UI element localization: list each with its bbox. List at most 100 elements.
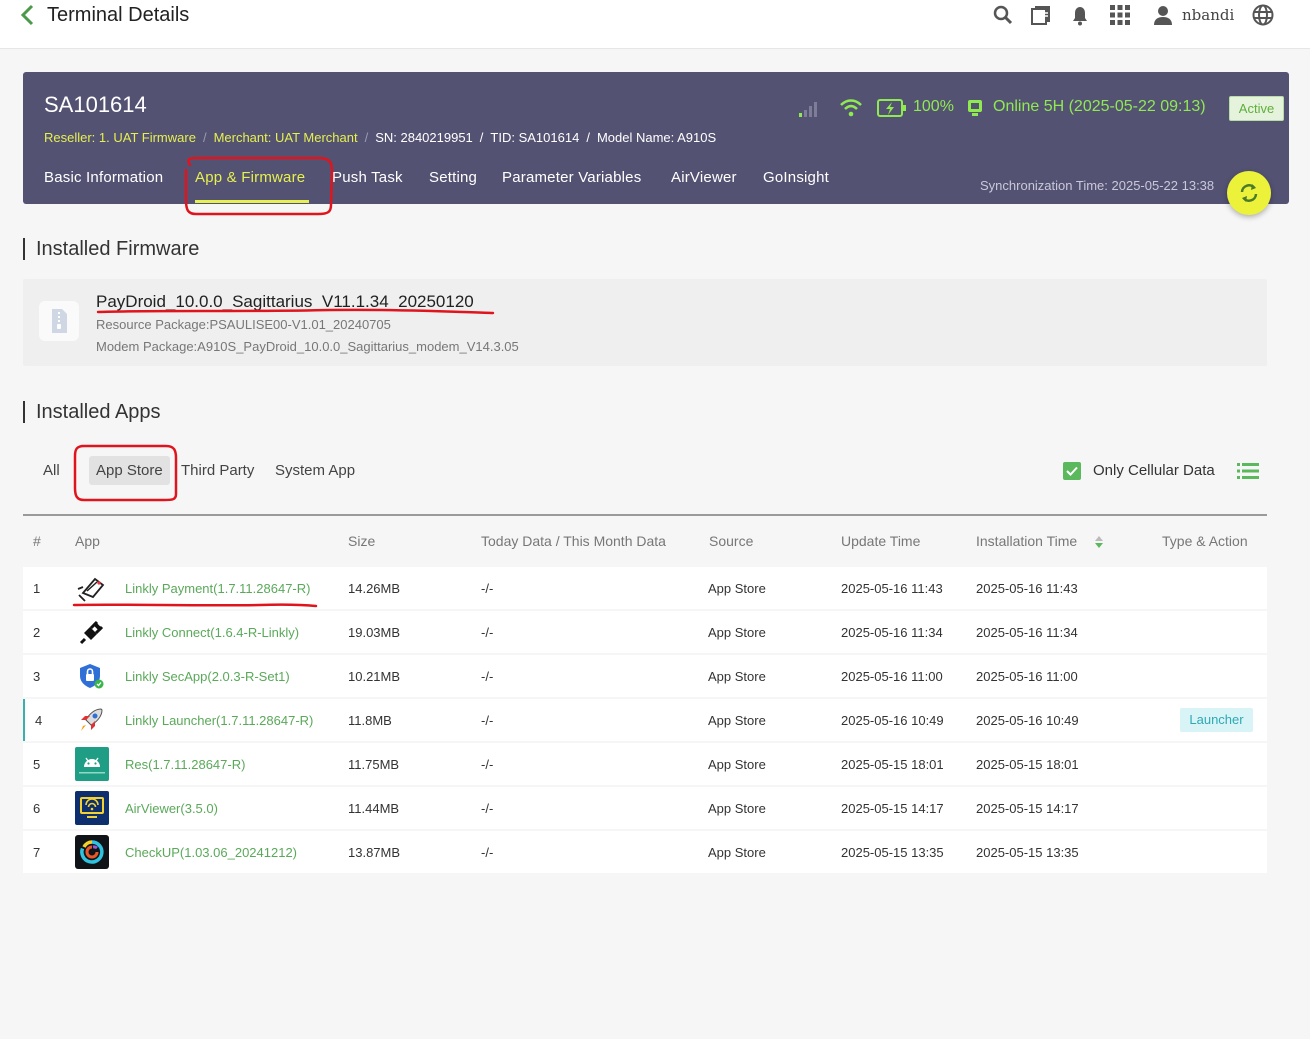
app-update-time: 2025-05-16 10:49: [841, 713, 944, 728]
app-installation-time: 2025-05-16 11:43: [976, 581, 1078, 596]
app-data-usage: -/-: [481, 845, 494, 860]
shield-lock-icon: [80, 664, 104, 689]
row-index: 7: [33, 845, 41, 860]
app-name-link[interactable]: Linkly Launcher(1.7.11.28647-R): [125, 713, 313, 728]
table-row: 2 Linkly Connect(1.6.4-R-Linkly) 19.03MB…: [23, 611, 1267, 653]
terminal-device-icon: [968, 100, 982, 116]
bell-icon[interactable]: [1068, 3, 1092, 27]
column-list-icon[interactable]: [1237, 462, 1259, 480]
app-installation-time: 2025-05-15 14:17: [976, 801, 1079, 816]
model-name: Model Name: A910S: [596, 130, 717, 145]
firmware-name[interactable]: PayDroid_10.0.0_Sagittarius_V11.1.34_202…: [96, 292, 474, 312]
signal-strength-icon: [799, 102, 817, 117]
sort-icon[interactable]: [1094, 535, 1104, 549]
book-icon[interactable]: [1029, 3, 1053, 27]
filter-third-party[interactable]: Third Party: [181, 462, 254, 479]
app-source: App Store: [708, 625, 766, 640]
refresh-icon: [1240, 184, 1258, 202]
table-row: 3 Linkly SecApp(2.0.3-R-Set1) 10.21MB -/…: [23, 655, 1267, 697]
app-size: 10.21MB: [348, 669, 401, 684]
app-data-usage: -/-: [481, 801, 494, 816]
apps-grid-icon[interactable]: [1108, 3, 1132, 27]
app-size: 19.03MB: [348, 625, 401, 640]
app-source: App Store: [708, 669, 766, 684]
row-index: 6: [33, 801, 41, 816]
android-icon: [75, 747, 109, 781]
username[interactable]: nbandi: [1182, 6, 1234, 24]
filter-all[interactable]: All: [43, 462, 60, 479]
row-index: 3: [33, 669, 41, 684]
battery-icon: [877, 99, 906, 117]
filter-system-app[interactable]: System App: [275, 462, 355, 479]
app-installation-time: 2025-05-16 11:34: [976, 625, 1078, 640]
row-index: 4: [35, 713, 43, 728]
installed-apps-heading: Installed Apps: [23, 401, 161, 423]
app-source: App Store: [708, 757, 766, 772]
airviewer-icon: [75, 791, 109, 825]
table-header-divider: [23, 514, 1267, 516]
app-size: 13.87MB: [348, 845, 401, 860]
firmware-file-icon: [39, 301, 79, 341]
wifi-icon: [840, 99, 862, 117]
table-row: 6 AirViewer(3.5.0) 11.44MB -/- App Store…: [23, 787, 1267, 829]
tab-airviewer[interactable]: AirViewer: [671, 169, 737, 186]
app-installation-time: 2025-05-16 10:49: [976, 713, 1079, 728]
only-cellular-label[interactable]: Only Cellular Data: [1093, 462, 1215, 479]
table-row: 4 Linkly Launcher(1.7.11.28647-R) 11.8MB…: [23, 699, 1267, 741]
page-title: Terminal Details: [47, 4, 190, 26]
app-size: 14.26MB: [348, 581, 401, 596]
app-update-time: 2025-05-16 11:00: [841, 669, 943, 684]
app-name-link[interactable]: AirViewer(3.5.0): [125, 801, 218, 816]
app-name-link[interactable]: Linkly Payment(1.7.11.28647-R): [125, 581, 310, 596]
terminal-sn-title: SA101614: [44, 92, 147, 117]
app-name-link[interactable]: CheckUP(1.03.06_20241212): [125, 845, 297, 860]
serial-number: SN: 2840219951: [375, 130, 473, 145]
filter-app-store[interactable]: App Store: [89, 456, 170, 485]
table-row: 5 Res(1.7.11.28647-R) 11.75MB -/- App St…: [23, 743, 1267, 785]
row-index: 1: [33, 581, 41, 596]
top-bar: Terminal Details nbandi: [0, 0, 1310, 49]
sync-button[interactable]: [1227, 171, 1271, 215]
tab-goinsight[interactable]: GoInsight: [763, 169, 829, 186]
search-icon[interactable]: [991, 3, 1015, 27]
app-source: App Store: [708, 581, 766, 596]
col-header-update-time: Update Time: [841, 533, 921, 549]
app-data-usage: -/-: [481, 713, 494, 728]
app-source: App Store: [708, 801, 766, 816]
app-installation-time: 2025-05-15 18:01: [976, 757, 1079, 772]
plug-connect-icon: [79, 620, 104, 645]
rocket-icon: [81, 708, 103, 731]
col-header-index: #: [33, 533, 41, 549]
row-index: 2: [33, 625, 41, 640]
tab-parameter-variables[interactable]: Parameter Variables: [502, 169, 641, 186]
back-arrow-icon[interactable]: [18, 4, 38, 26]
merchant-link[interactable]: Merchant: UAT Merchant: [214, 130, 358, 145]
reseller-link[interactable]: Reseller: 1. UAT Firmware: [44, 130, 196, 145]
app-name-link[interactable]: Linkly Connect(1.6.4-R-Linkly): [125, 625, 299, 640]
app-update-time: 2025-05-15 14:17: [841, 801, 944, 816]
app-name-link[interactable]: Res(1.7.11.28647-R): [125, 757, 245, 772]
app-size: 11.8MB: [348, 713, 392, 728]
user-icon[interactable]: [1151, 3, 1175, 27]
only-cellular-checkbox[interactable]: [1063, 462, 1081, 480]
payment-hand-icon: [77, 577, 105, 602]
tab-push-task[interactable]: Push Task: [332, 169, 403, 186]
globe-icon[interactable]: [1251, 3, 1275, 27]
table-row: 7 CheckUP(1.03.06_20241212) 13.87MB -/- …: [23, 831, 1267, 873]
app-name-link[interactable]: Linkly SecApp(2.0.3-R-Set1): [125, 669, 290, 684]
app-data-usage: -/-: [481, 757, 494, 772]
tab-setting[interactable]: Setting: [429, 169, 477, 186]
app-source: App Store: [708, 713, 766, 728]
row-index: 5: [33, 757, 41, 772]
col-header-installation-time[interactable]: Installation Time: [976, 533, 1077, 549]
app-data-usage: -/-: [481, 581, 494, 596]
modem-package: Modem Package:A910S_PayDroid_10.0.0_Sagi…: [96, 339, 519, 354]
battery-level: 100%: [913, 98, 954, 115]
app-size: 11.75MB: [348, 757, 400, 772]
col-header-source: Source: [709, 533, 754, 549]
terminal-header: SA101614 Reseller: 1. UAT Firmware / Merch…: [23, 72, 1289, 204]
status-badge: Active: [1229, 96, 1284, 121]
tab-app-firmware[interactable]: App & Firmware: [195, 169, 305, 186]
tab-basic-information[interactable]: Basic Information: [44, 169, 163, 186]
active-tab-indicator: [195, 200, 309, 203]
